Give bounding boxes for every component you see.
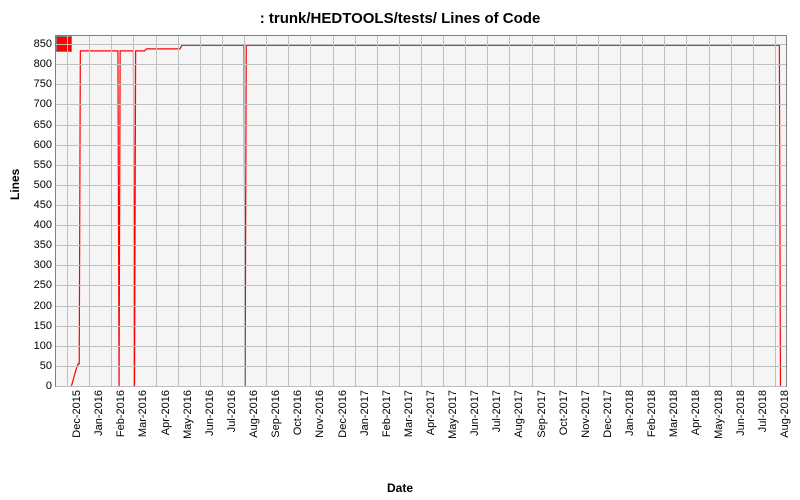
grid-line-v — [554, 36, 555, 386]
x-axis-label: Date — [0, 481, 800, 495]
y-tick-label: 700 — [34, 98, 56, 110]
x-tick-label: Aug-2016 — [244, 390, 260, 438]
y-tick-label: 800 — [34, 58, 56, 70]
grid-line-v — [377, 36, 378, 386]
grid-line-v — [111, 36, 112, 386]
y-tick-label: 650 — [34, 119, 56, 131]
y-axis-label: Lines — [8, 169, 22, 200]
x-tick-label: Feb-2017 — [377, 390, 393, 437]
x-tick-label: Apr-2016 — [156, 390, 172, 435]
x-tick-label: Jul-2016 — [222, 390, 238, 432]
grid-line-v — [266, 36, 267, 386]
grid-line-v — [709, 36, 710, 386]
grid-line-v — [686, 36, 687, 386]
x-tick-label: Dec-2015 — [67, 390, 83, 438]
grid-line-v — [200, 36, 201, 386]
grid-line-v — [753, 36, 754, 386]
x-tick-label: Jul-2018 — [753, 390, 769, 432]
grid-line-v — [620, 36, 621, 386]
y-tick-label: 0 — [46, 380, 56, 392]
x-tick-label: Jun-2018 — [731, 390, 747, 436]
x-tick-label: Feb-2018 — [642, 390, 658, 437]
grid-line-v — [532, 36, 533, 386]
grid-line-v — [156, 36, 157, 386]
y-tick-label: 850 — [34, 38, 56, 50]
x-tick-label: Jan-2017 — [355, 390, 371, 436]
x-tick-label: Sep-2017 — [532, 390, 548, 438]
y-tick-label: 100 — [34, 340, 56, 352]
grid-line-v — [731, 36, 732, 386]
x-tick-label: Sep-2016 — [266, 390, 282, 438]
x-tick-label: Jun-2017 — [465, 390, 481, 436]
y-tick-label: 50 — [40, 360, 56, 372]
grid-line-v — [598, 36, 599, 386]
x-tick-label: Aug-2018 — [775, 390, 791, 438]
plot-area: 0501001502002503003504004505005506006507… — [55, 35, 787, 387]
grid-line-v — [576, 36, 577, 386]
grid-line-v — [421, 36, 422, 386]
y-tick-label: 200 — [34, 300, 56, 312]
grid-line-v — [487, 36, 488, 386]
x-tick-label: Oct-2017 — [554, 390, 570, 435]
chart-title: : trunk/HEDTOOLS/tests/ Lines of Code — [0, 10, 800, 27]
y-tick-label: 400 — [34, 219, 56, 231]
y-tick-label: 450 — [34, 199, 56, 211]
grid-line-v — [89, 36, 90, 386]
x-tick-label: May-2016 — [178, 390, 194, 439]
grid-line-v — [310, 36, 311, 386]
grid-line-v — [288, 36, 289, 386]
y-tick-label: 550 — [34, 159, 56, 171]
x-tick-label: Aug-2017 — [509, 390, 525, 438]
y-tick-label: 300 — [34, 259, 56, 271]
grid-line-v — [333, 36, 334, 386]
x-tick-label: Dec-2017 — [598, 390, 614, 438]
x-tick-label: May-2018 — [709, 390, 725, 439]
x-tick-label: Jan-2016 — [89, 390, 105, 436]
x-tick-label: Apr-2018 — [686, 390, 702, 435]
y-tick-label: 350 — [34, 239, 56, 251]
grid-line-v — [178, 36, 179, 386]
grid-line-v — [775, 36, 776, 386]
grid-line-v — [133, 36, 134, 386]
y-tick-label: 500 — [34, 179, 56, 191]
chart-container: : trunk/HEDTOOLS/tests/ Lines of Code Li… — [0, 0, 800, 500]
grid-line-v — [664, 36, 665, 386]
grid-line-v — [67, 36, 68, 386]
x-tick-label: Mar-2016 — [133, 390, 149, 437]
x-tick-label: Nov-2016 — [310, 390, 326, 438]
grid-line-v — [222, 36, 223, 386]
x-tick-label: Jun-2016 — [200, 390, 216, 436]
grid-line-v — [443, 36, 444, 386]
grid-line-v — [465, 36, 466, 386]
grid-line-v — [399, 36, 400, 386]
grid-line-v — [642, 36, 643, 386]
grid-line-v — [509, 36, 510, 386]
x-tick-label: Feb-2016 — [111, 390, 127, 437]
x-tick-label: Jul-2017 — [487, 390, 503, 432]
x-tick-label: May-2017 — [443, 390, 459, 439]
y-tick-label: 250 — [34, 279, 56, 291]
x-tick-label: Apr-2017 — [421, 390, 437, 435]
y-tick-label: 150 — [34, 320, 56, 332]
x-tick-label: Oct-2016 — [288, 390, 304, 435]
x-tick-label: Dec-2016 — [333, 390, 349, 438]
y-tick-label: 600 — [34, 139, 56, 151]
x-tick-label: Jan-2018 — [620, 390, 636, 436]
grid-line-h — [56, 386, 786, 387]
y-tick-label: 750 — [34, 78, 56, 90]
x-tick-label: Mar-2018 — [664, 390, 680, 437]
grid-line-v — [355, 36, 356, 386]
x-tick-label: Mar-2017 — [399, 390, 415, 437]
x-tick-label: Nov-2017 — [576, 390, 592, 438]
grid-line-v — [244, 36, 245, 386]
